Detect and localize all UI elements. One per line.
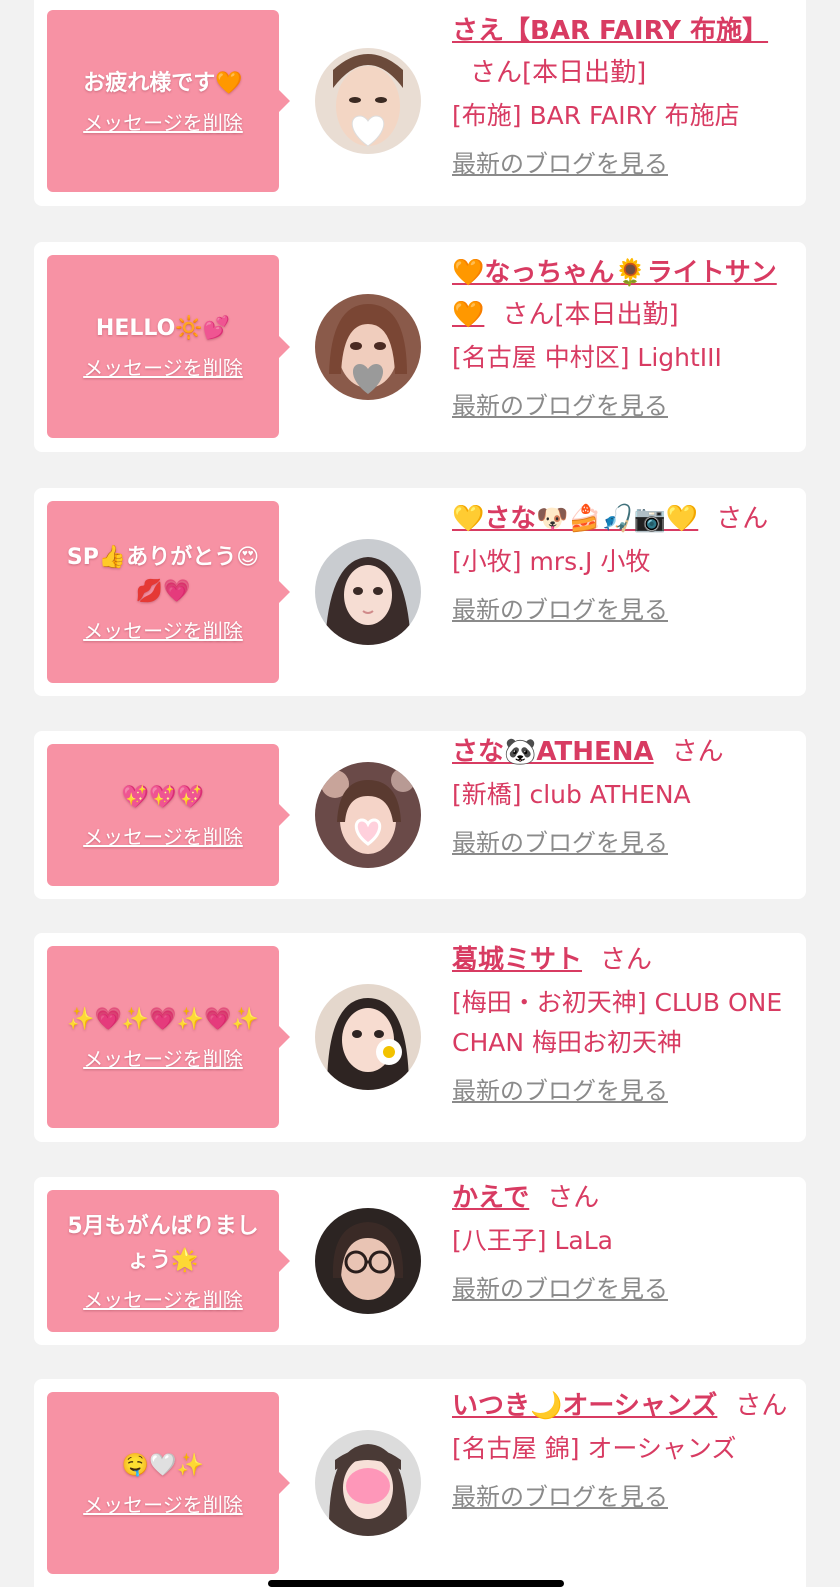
delete-message-link[interactable]: メッセージを削除 xyxy=(83,107,243,136)
message-bubble: HELLO🔆💕 メッセージを削除 xyxy=(47,255,290,438)
message-card: 💖💖💖 メッセージを削除 さな🐼ATHENA さん [新橋] club ATHEN… xyxy=(34,731,806,899)
latest-blog-link[interactable]: 最新のブログを見る xyxy=(452,827,668,859)
avatar-photo xyxy=(315,1208,421,1314)
latest-blog-link[interactable]: 最新のブログを見る xyxy=(452,1481,668,1513)
avatar[interactable] xyxy=(315,1208,421,1314)
avatar-photo xyxy=(315,762,421,868)
cast-name-link[interactable]: さえ【BAR FAIRY 布施】 xyxy=(452,16,768,46)
avatar-photo xyxy=(315,48,421,154)
avatar-photo xyxy=(315,294,421,400)
delete-message-link[interactable]: メッセージを削除 xyxy=(83,1284,243,1313)
message-bubble: 🤤🤍✨ メッセージを削除 xyxy=(47,1392,290,1574)
avatar[interactable] xyxy=(315,984,421,1090)
san-label: さん xyxy=(502,300,555,330)
latest-blog-link[interactable]: 最新のブログを見る xyxy=(452,594,668,626)
delete-message-link[interactable]: メッセージを削除 xyxy=(83,1043,243,1072)
message-card: お疲れ様です🧡 メッセージを削除 さえ【BAR FAIRY 布施】さん[本日出勤… xyxy=(34,0,806,206)
san-label: さん xyxy=(716,504,769,534)
cast-info: 🧡なっちゃん🌻ライトサン🧡 さん[本日出勤] [名古屋 中村区] LightIII… xyxy=(452,252,788,422)
san-label: さん xyxy=(470,58,523,88)
latest-blog-link[interactable]: 最新のブログを見る xyxy=(452,1273,668,1305)
cast-info: さな🐼ATHENA さん [新橋] club ATHENA 最新のブログを見る xyxy=(452,731,788,859)
delete-message-link[interactable]: メッセージを削除 xyxy=(83,1489,243,1518)
message-card: 🤤🤍✨ メッセージを削除 いつき🌙オーシャンズ さん [名古屋 錦] オーシャンズ… xyxy=(34,1379,806,1587)
message-bubble: 💖💖💖 メッセージを削除 xyxy=(47,744,290,886)
message-text: HELLO🔆💕 xyxy=(95,316,231,341)
delete-message-link[interactable]: メッセージを削除 xyxy=(83,821,243,850)
shop-name: [小牧] mrs.J 小牧 xyxy=(452,547,651,576)
cast-info: いつき🌙オーシャンズ さん [名古屋 錦] オーシャンズ 最新のブログを見る xyxy=(452,1385,788,1513)
cast-name-link[interactable]: かえで xyxy=(452,1183,529,1213)
shop-name: [名古屋 錦] オーシャンズ xyxy=(452,1434,737,1463)
cast-name-link[interactable]: 💛さな🐶🍰🎣📷💛 xyxy=(452,504,698,534)
shop-name: [布施] BAR FAIRY 布施店 xyxy=(452,101,740,130)
delete-message-link[interactable]: メッセージを削除 xyxy=(83,352,243,381)
message-card: SP👍ありがとう😍💋💗 メッセージを削除 💛さな🐶🍰🎣📷💛 さん [小牧] mrs… xyxy=(34,488,806,696)
cast-name-link[interactable]: 葛城ミサト xyxy=(452,945,582,975)
message-bubble: SP👍ありがとう😍💋💗 メッセージを削除 xyxy=(47,501,290,683)
message-bubble: ✨💗✨💗✨💗✨ メッセージを削除 xyxy=(47,946,290,1128)
avatar[interactable] xyxy=(315,48,421,154)
shop-name: [八王子] LaLa xyxy=(452,1226,613,1255)
cast-info: 葛城ミサト さん [梅田・お初天神] CLUB ONE CHAN 梅田お初天神 最… xyxy=(452,939,788,1107)
message-text: ✨💗✨💗✨💗✨ xyxy=(67,1006,259,1032)
latest-blog-link[interactable]: 最新のブログを見る xyxy=(452,390,668,422)
cast-name-link[interactable]: さな🐼ATHENA xyxy=(452,737,654,767)
san-label: さん xyxy=(600,945,653,975)
message-text: 💖💖💖 xyxy=(121,784,205,810)
san-label: さん xyxy=(735,1391,788,1421)
message-text: お疲れ様です🧡 xyxy=(83,70,243,96)
cast-name-link[interactable]: いつき🌙オーシャンズ xyxy=(452,1391,717,1421)
home-indicator xyxy=(268,1580,564,1587)
message-card: HELLO🔆💕 メッセージを削除 🧡なっちゃん🌻ライトサン🧡 さん[本日出勤] [… xyxy=(34,242,806,452)
avatar[interactable] xyxy=(315,539,421,645)
cast-info: 💛さな🐶🍰🎣📷💛 さん [小牧] mrs.J 小牧 最新のブログを見る xyxy=(452,498,788,626)
message-text: SP👍ありがとう😍💋💗 xyxy=(66,544,260,604)
avatar-photo xyxy=(315,1430,421,1536)
avatar[interactable] xyxy=(315,1430,421,1536)
message-bubble: 5月もがんばりましょう🌟 メッセージを削除 xyxy=(47,1190,290,1332)
cast-info: かえで さん [八王子] LaLa 最新のブログを見る xyxy=(452,1177,788,1305)
message-bubble: お疲れ様です🧡 メッセージを削除 xyxy=(47,10,290,192)
message-card: ✨💗✨💗✨💗✨ メッセージを削除 葛城ミサト さん [梅田・お初天神] CLUB … xyxy=(34,933,806,1142)
avatar-photo xyxy=(315,984,421,1090)
avatar[interactable] xyxy=(315,294,421,400)
shop-name: [名古屋 中村区] LightIII xyxy=(452,343,722,372)
shift-status: [本日出勤] xyxy=(554,300,679,330)
shop-name: [梅田・お初天神] CLUB ONE CHAN 梅田お初天神 xyxy=(452,988,783,1057)
message-card: 5月もがんばりましょう🌟 メッセージを削除 かえで さん [八王子] LaLa 最… xyxy=(34,1177,806,1345)
message-text: 🤤🤍✨ xyxy=(121,1452,205,1478)
delete-message-link[interactable]: メッセージを削除 xyxy=(83,615,243,644)
latest-blog-link[interactable]: 最新のブログを見る xyxy=(452,148,668,180)
message-text: 5月もがんばりましょう🌟 xyxy=(67,1213,259,1273)
shop-name: [新橋] club ATHENA xyxy=(452,780,691,809)
shift-status: [本日出勤] xyxy=(522,58,647,88)
san-label: さん xyxy=(671,737,724,767)
avatar-photo xyxy=(315,539,421,645)
latest-blog-link[interactable]: 最新のブログを見る xyxy=(452,1075,668,1107)
san-label: さん xyxy=(547,1183,600,1213)
cast-info: さえ【BAR FAIRY 布施】さん[本日出勤] [布施] BAR FAIRY … xyxy=(452,10,788,180)
avatar[interactable] xyxy=(315,762,421,868)
